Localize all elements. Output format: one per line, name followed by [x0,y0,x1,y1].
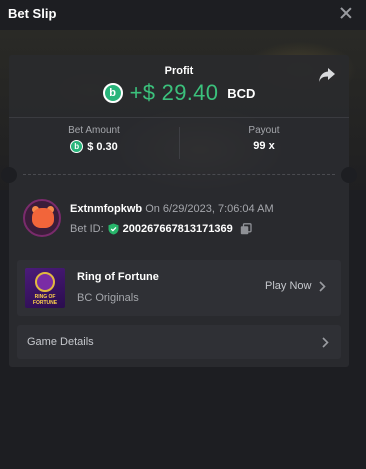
bet-id-line: Bet ID: 200267667813171369 [70,223,252,235]
bcd-coin-icon: b [70,140,84,153]
avatar-face [32,208,54,228]
user-row: Extnmfopkwb On 6/29/2023, 7:06:04 AM Bet… [23,199,343,239]
payout-label: Payout [248,125,280,136]
ticket-notch-right [341,167,357,183]
play-now-label: Play Now [265,280,312,292]
chevron-right-icon [322,337,329,348]
bet-amount-value-row: b $ 0.30 [9,140,179,153]
ticket-dashed-divider [23,174,335,175]
game-card[interactable]: RING OF FORTUNE Ring of Fortune BC Origi… [17,260,341,316]
user-info-line: Extnmfopkwb On 6/29/2023, 7:06:04 AM [70,203,274,215]
bet-amount-value: $ 0.30 [87,140,118,153]
game-details-label: Game Details [27,336,94,348]
verified-shield-icon [108,223,119,235]
close-icon[interactable] [338,5,354,21]
stats-separator [179,127,180,159]
profit-currency: BCD [227,85,256,101]
game-name: Ring of Fortune [77,271,159,283]
bet-slip-title: Bet Slip [8,5,57,21]
ring-icon [35,272,55,292]
bcd-coin-icon: b [102,83,123,103]
play-now-button[interactable]: Play Now [265,280,327,292]
chevron-right-icon [319,280,327,292]
username[interactable]: Extnmfopkwb [70,203,142,215]
game-details-row[interactable]: Game Details [17,325,341,359]
profit-row: b +$ 29.40 BCD [9,79,349,107]
game-thumbnail: RING OF FORTUNE [25,268,65,308]
bet-amount-label: Bet Amount [68,125,120,136]
avatar[interactable] [23,199,61,237]
bet-amount-column: Bet Amount b $ 0.30 [9,125,179,153]
bet-slip-header: Bet Slip [0,0,366,26]
share-icon[interactable] [318,67,336,83]
bet-id-value: 200267667813171369 [122,223,233,235]
copy-icon[interactable] [240,223,252,235]
game-thumbnail-title: RING OF FORTUNE [32,294,58,306]
bet-id-label: Bet ID: [70,223,104,235]
payout-value: 99 x [253,140,275,152]
game-provider: BC Originals [77,292,139,304]
bet-slip-card: Profit b +$ 29.40 BCD Bet Amount b $ 0.3… [1,55,357,367]
payout-column: Payout 99 x [179,125,349,152]
divider [9,117,349,118]
bet-timestamp: On 6/29/2023, 7:06:04 AM [145,203,274,215]
ticket-notch-left [1,167,17,183]
profit-value: +$ 29.40 [129,80,219,105]
profit-label: Profit [164,65,194,77]
